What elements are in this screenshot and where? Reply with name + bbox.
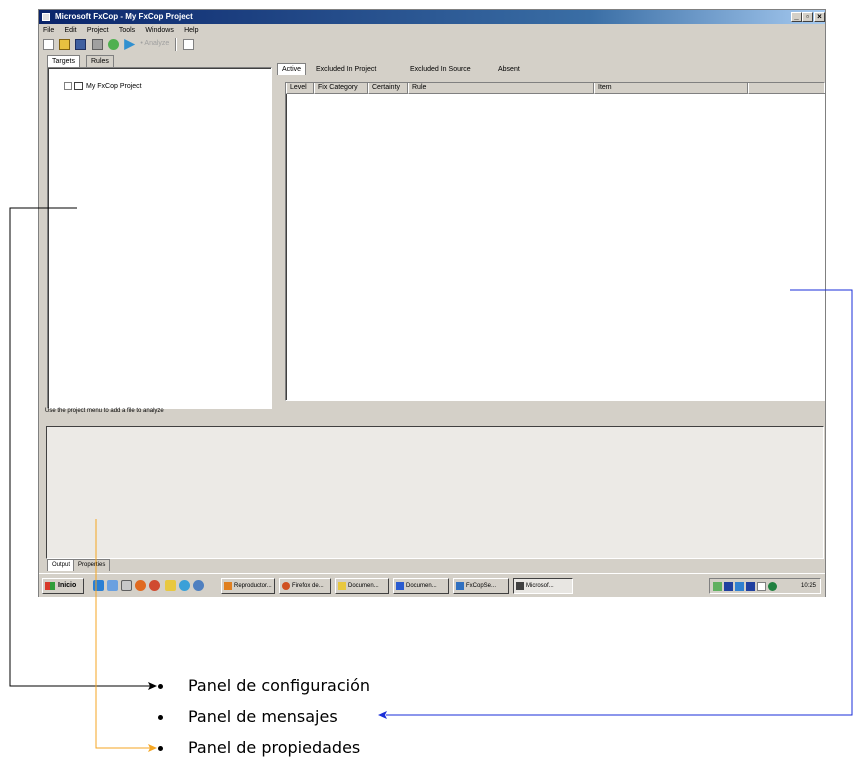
legend-messages-panel: Panel de mensajes bbox=[188, 707, 338, 726]
legend-bullet bbox=[158, 684, 163, 689]
properties-arrow bbox=[95, 519, 157, 752]
legend-bullet bbox=[158, 715, 163, 720]
annotation-arrows bbox=[9, 207, 853, 752]
config-arrow bbox=[9, 207, 157, 690]
messages-arrow bbox=[378, 289, 853, 719]
legend-properties-panel: Panel de propiedades bbox=[188, 738, 361, 757]
legend-bullet bbox=[158, 746, 163, 751]
legend-configuration-panel: Panel de configuración bbox=[188, 676, 370, 695]
